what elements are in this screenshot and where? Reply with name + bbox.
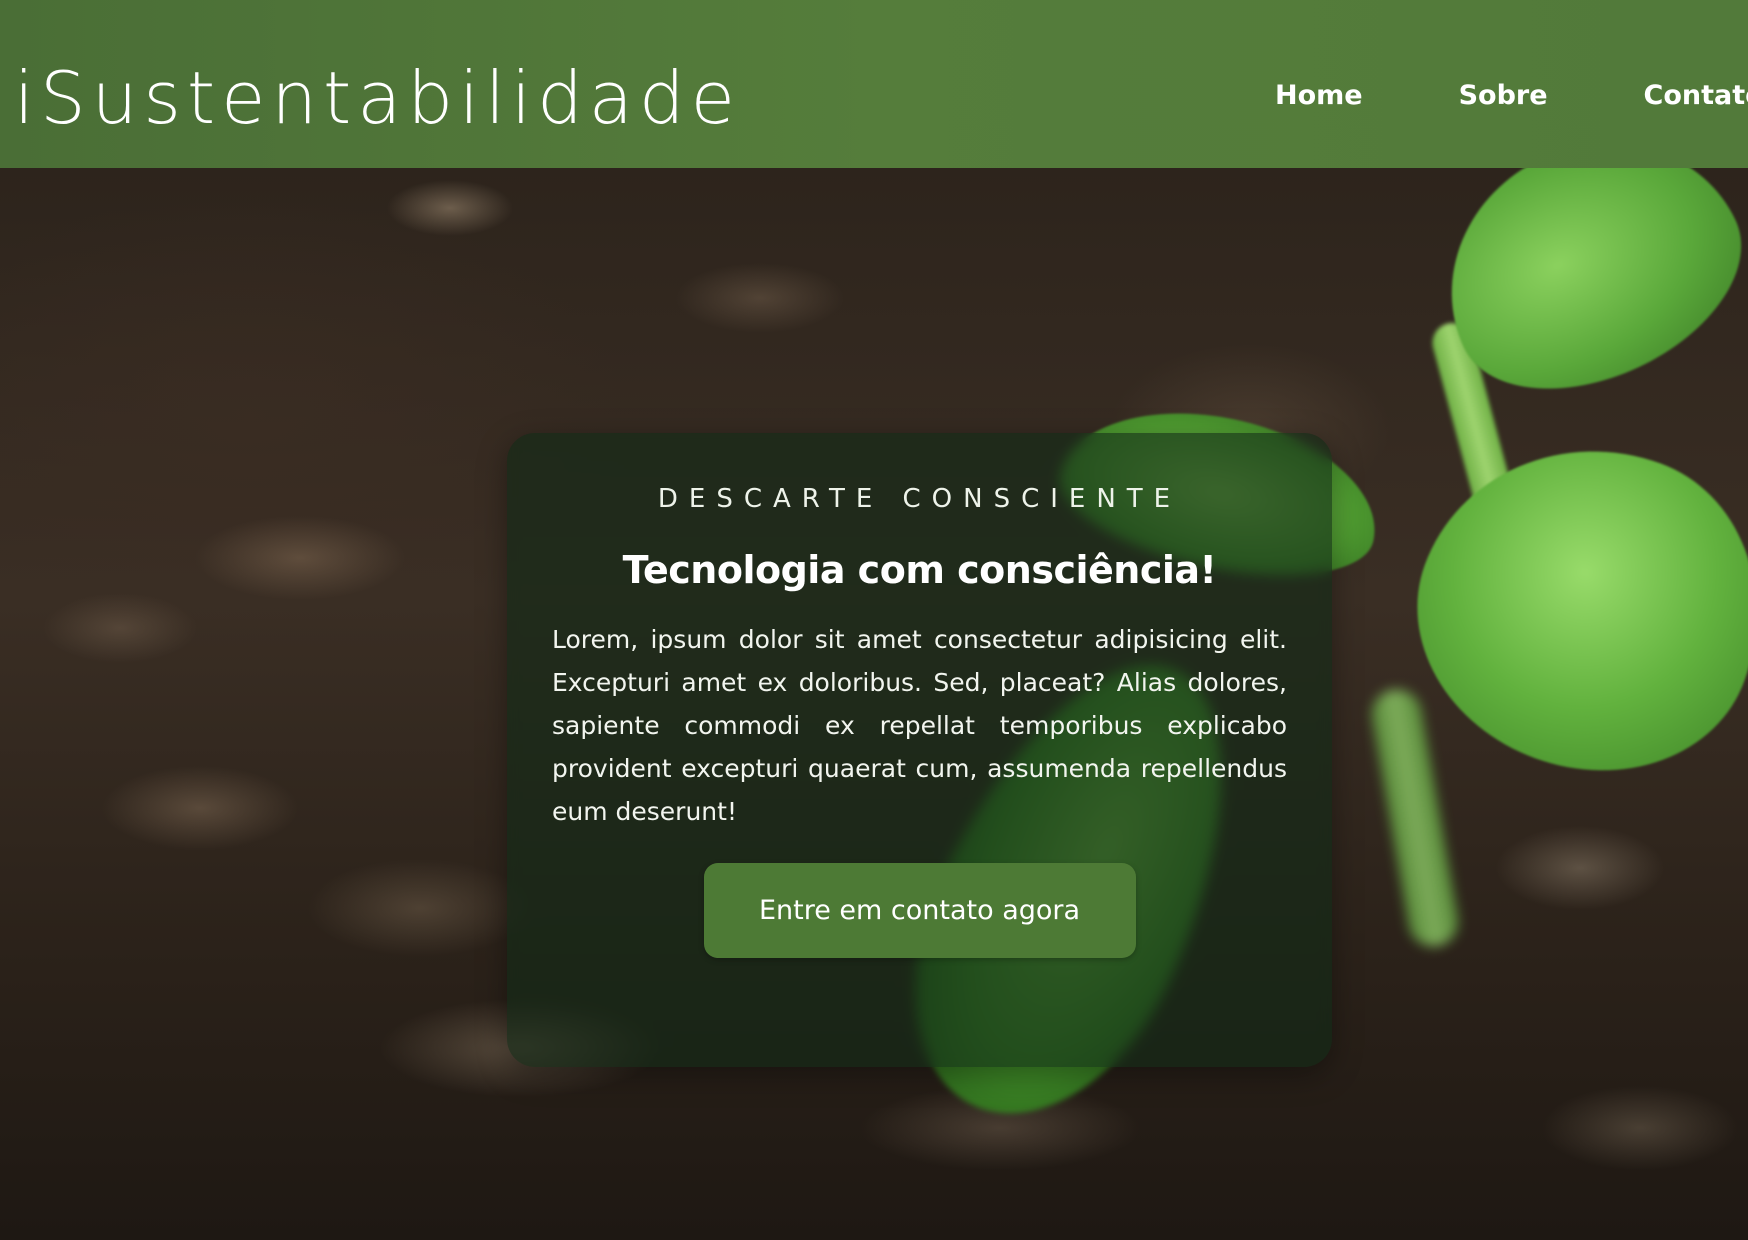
brand-logo-text[interactable]: iSustentabilidade (14, 62, 741, 134)
seedling-stem-blurred (1367, 685, 1463, 951)
hero-headline: Tecnologia com consciência! (622, 548, 1217, 592)
page: iSustentabilidade Home Sobre Contato DES… (0, 0, 1748, 1240)
contact-now-button[interactable]: Entre em contato agora (703, 862, 1136, 958)
hero-description: Lorem, ipsum dolor sit amet consectetur … (552, 624, 1287, 826)
hero-card: DESCARTE CONSCIENTE Tecnologia com consc… (507, 433, 1332, 1067)
nav-link-home[interactable]: Home (1275, 82, 1363, 109)
seedling-leaf-right (1375, 399, 1748, 817)
hero-eyebrow: DESCARTE CONSCIENTE (657, 484, 1182, 514)
site-header: iSustentabilidade Home Sobre Contato (0, 0, 1748, 168)
nav-link-sobre[interactable]: Sobre (1459, 82, 1548, 109)
nav-link-contato[interactable]: Contato (1644, 82, 1748, 109)
main-nav: Home Sobre Contato (1275, 82, 1748, 109)
